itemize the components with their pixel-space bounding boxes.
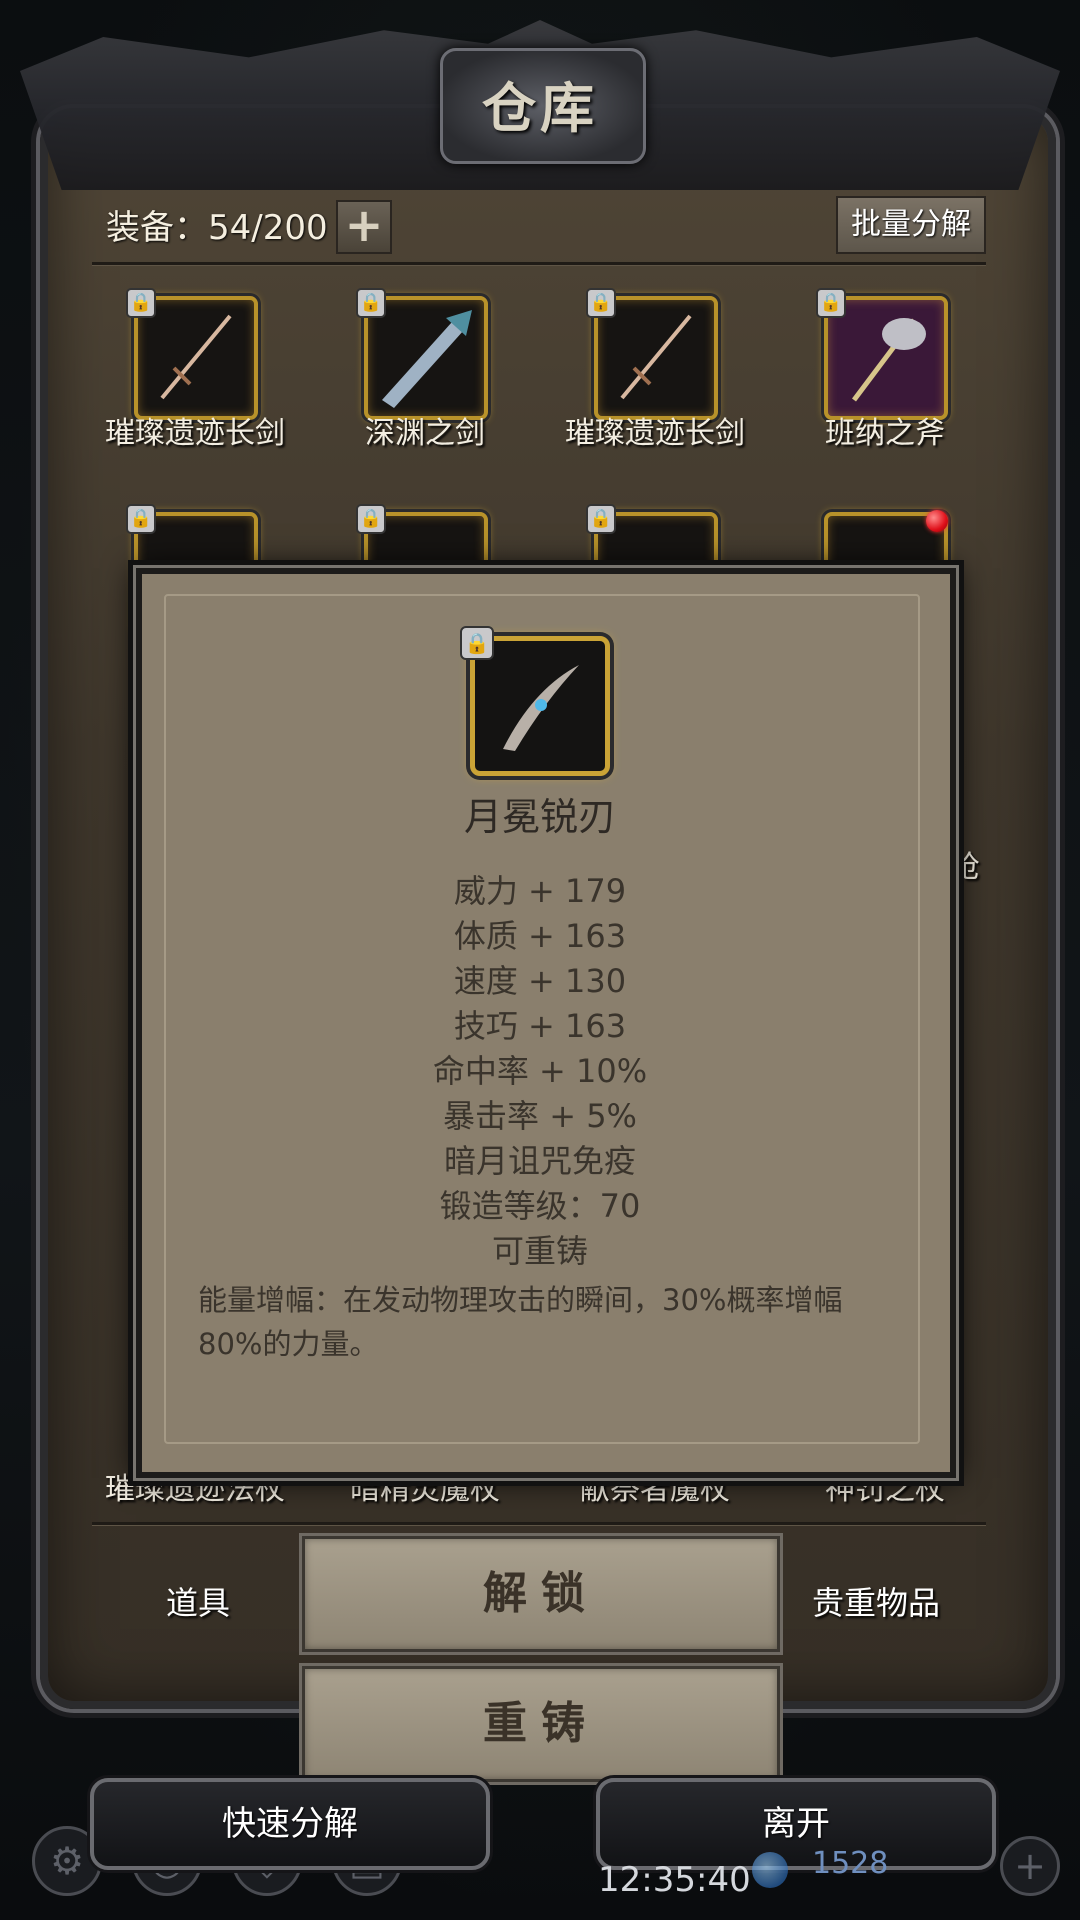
item-slot[interactable]: 🔒	[816, 288, 948, 420]
item-label: 深渊之剑	[365, 416, 485, 451]
item-label: 璀璨遗迹长剑	[105, 416, 285, 451]
page-title: 仓库	[482, 77, 598, 140]
stat-line: 可重铸	[491, 1232, 588, 1270]
stat-line: 技巧 + 163	[453, 1007, 627, 1045]
stat-line: 命中率 + 10%	[432, 1052, 648, 1090]
lock-icon: 🔒	[126, 288, 156, 318]
stat-line: 速度 + 130	[453, 962, 627, 1000]
item-slot[interactable]: 🔒	[586, 288, 718, 420]
header-divider	[92, 262, 986, 265]
item-description: 能量增幅：在发动物理攻击的瞬间，30%概率增幅80%的力量。	[198, 1283, 843, 1361]
tab-items[interactable]: 道具	[166, 1578, 230, 1624]
lock-icon: 🔒	[126, 504, 156, 534]
stat-line: 锻造等级：70	[439, 1187, 641, 1225]
clock-time: 12:35:40	[598, 1860, 751, 1900]
item-slot[interactable]: 🔒	[126, 288, 258, 420]
grid-bottom-divider	[92, 1522, 986, 1525]
item-label: 璀璨遗迹长剑	[565, 416, 745, 451]
plus-icon[interactable]: +	[1000, 1836, 1060, 1896]
reforge-button[interactable]: 重铸	[302, 1666, 780, 1782]
detail-item-slot: 🔒	[460, 626, 610, 776]
lock-icon: 🔒	[586, 504, 616, 534]
leave-button[interactable]: 离开	[596, 1778, 996, 1870]
expand-capacity-button[interactable]: +	[336, 200, 392, 254]
item-name: 月冕锐刃	[463, 795, 616, 839]
item-slot[interactable]: 🔒	[356, 288, 488, 420]
equipment-counter: 装备：54/200	[106, 208, 328, 248]
lock-icon: 🔒	[816, 288, 846, 318]
lock-icon: 🔒	[586, 288, 616, 318]
stat-line: 暴击率 + 5%	[443, 1097, 637, 1135]
tab-valuables[interactable]: 贵重物品	[812, 1578, 940, 1624]
unlock-button[interactable]: 解锁	[302, 1536, 780, 1652]
gem-icon	[752, 1852, 788, 1888]
currency-count: 1528	[812, 1846, 889, 1881]
item-label: 班纳之斧	[825, 416, 945, 451]
lock-icon: 🔒	[356, 288, 386, 318]
stat-line: 威力 + 179	[453, 872, 627, 910]
lock-icon: 🔒	[356, 504, 386, 534]
new-item-badge	[926, 510, 948, 532]
stat-line: 暗月诅咒免疫	[443, 1142, 636, 1180]
stat-line: 体质 + 163	[453, 917, 627, 955]
lock-icon: 🔒	[460, 626, 494, 660]
batch-decompose-button[interactable]: 批量分解	[836, 196, 986, 254]
quick-decompose-button[interactable]: 快速分解	[90, 1778, 490, 1870]
